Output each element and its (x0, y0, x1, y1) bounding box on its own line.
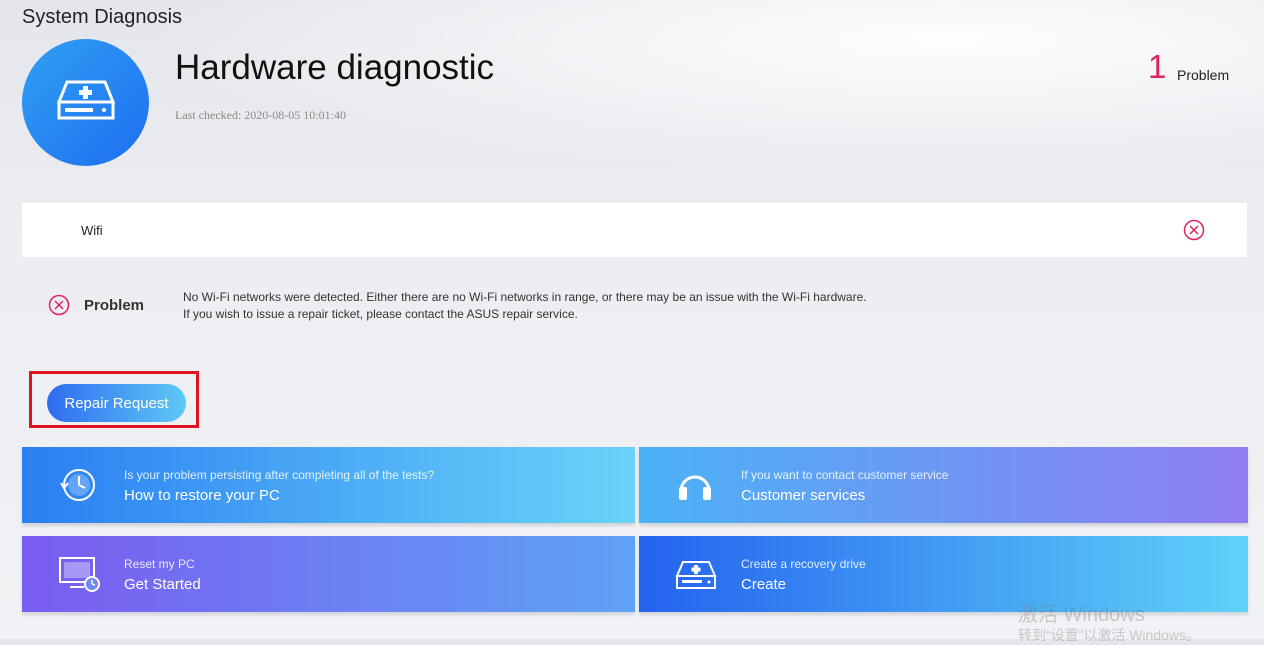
problem-description: No Wi-Fi networks were detected. Either … (183, 289, 867, 323)
hardware-icon-circle (22, 39, 149, 166)
headset-icon (679, 475, 711, 500)
header-background (0, 0, 1264, 200)
last-checked-timestamp: Last checked: 2020-08-05 10:01:40 (175, 108, 346, 122)
problem-count: 1 (1148, 48, 1167, 85)
window-title: System Diagnosis (22, 6, 183, 28)
card-subtitle: Create a recovery drive (741, 557, 866, 571)
problem-description-line-2: If you wish to issue a repair ticket, pl… (183, 307, 578, 321)
card-subtitle: If you want to contact customer service (741, 468, 949, 482)
page-title: Hardware diagnostic (175, 48, 495, 87)
test-item-row-wifi[interactable]: Wifi (22, 203, 1247, 257)
card-restore-pc[interactable]: Is your problem persisting after complet… (22, 447, 635, 523)
problem-count-label: Problem (1177, 67, 1230, 83)
monitor-reset-icon (59, 557, 100, 592)
test-item-label: Wifi (81, 223, 103, 238)
card-reset-pc[interactable]: Reset my PC Get Started (22, 536, 635, 612)
card-subtitle: Is your problem persisting after complet… (124, 468, 435, 482)
card-recovery-drive[interactable]: Create a recovery drive Create (639, 536, 1248, 612)
card-title: Create (741, 576, 787, 593)
hard-drive-medical-icon (56, 80, 116, 120)
card-customer-services[interactable]: If you want to contact customer service … (639, 447, 1248, 523)
card-title: How to restore your PC (124, 487, 280, 504)
repair-request-button[interactable]: Repair Request (47, 384, 186, 422)
activation-watermark-line-2: 转到“设置”以激活 Windows。 (1018, 627, 1201, 643)
card-title: Get Started (124, 576, 201, 593)
problem-description-line-1: No Wi-Fi networks were detected. Either … (183, 290, 867, 304)
activation-watermark-line-1: 激活 Windows (1018, 604, 1145, 626)
drive-icon (675, 561, 717, 589)
card-title: Customer services (741, 487, 866, 504)
problem-x-icon (48, 294, 70, 316)
card-subtitle: Reset my PC (124, 557, 195, 571)
fail-circle-x-icon (1183, 219, 1205, 241)
problem-label: Problem (84, 297, 145, 314)
clock-restore-icon (60, 469, 95, 501)
